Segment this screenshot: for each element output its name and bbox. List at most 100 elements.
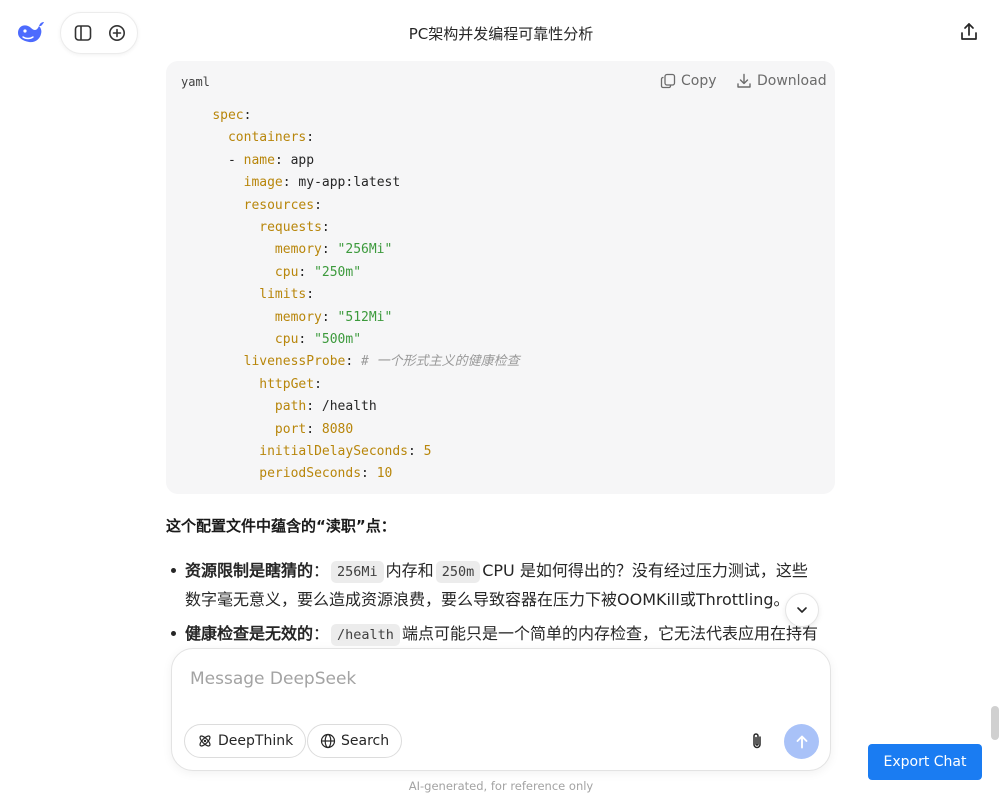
bullet-marker [170,630,178,638]
yaml-key: initialDelaySeconds [259,444,408,459]
inline-code: 250m [435,561,481,583]
attach-file-button[interactable] [747,731,767,751]
yaml-separator: : [361,466,377,482]
code-line: limits: [181,285,314,305]
code-line: initialDelaySeconds: 5 [181,442,431,462]
yaml-value: 5 [423,444,432,459]
code-line: spec: [181,106,251,126]
yaml-separator: : [243,108,252,123]
yaml-key: containers [227,130,307,146]
export-chat-button[interactable]: Export Chat [868,744,982,780]
yaml-comment: # 一个形式主义的健康检查 [361,354,520,370]
globe-icon [320,733,336,749]
search-toggle[interactable]: Search [307,724,403,758]
download-label: Download [757,73,827,89]
arrow-up-icon [796,735,807,748]
yaml-value: my-app:latest [298,175,401,191]
message-input[interactable] [190,665,750,693]
inline-code: 256Mi [331,561,384,583]
yaml-key: port [274,421,307,437]
yaml-separator: : [306,399,322,415]
copy-label: Copy [681,73,717,89]
share-button[interactable] [958,21,980,43]
yaml-value: 10 [376,466,393,482]
chevron-down-icon [797,607,807,613]
code-line: memory: "512Mi" [181,308,392,328]
bullet-text: 内存和 [385,561,434,580]
yaml-key: name [243,152,275,168]
bullet-colon: ： [313,561,330,580]
deepthink-label: DeepThink [218,733,294,749]
yaml-separator: : [282,175,299,191]
code-line: periodSeconds: 10 [181,464,392,484]
code-line: httpGet: [181,375,322,395]
yaml-key: livenessProbe [243,354,346,370]
yaml-key: limits [259,287,307,303]
yaml-key: periodSeconds [259,466,362,482]
code-indent: - [181,152,244,168]
download-code-button[interactable]: Download [736,73,827,89]
code-line: image: my-app:latest [181,173,401,193]
scrollbar-thumb[interactable] [991,706,999,740]
yaml-key: path [274,399,307,415]
yaml-value: "500m" [314,332,362,347]
code-line: - name: app [181,151,314,171]
yaml-value: app [290,152,315,168]
yaml-separator: : [314,376,322,392]
yaml-separator: : [408,444,424,459]
yaml-key: memory [274,309,322,325]
yaml-separator: : [345,354,362,370]
copy-code-button[interactable]: Copy [660,73,717,89]
send-button[interactable] [784,724,819,759]
yaml-separator: : [306,287,315,303]
atom-icon [199,735,211,747]
yaml-value: /health [321,399,377,415]
ai-disclaimer: AI-generated, for reference only [408,779,594,793]
scroll-to-bottom-button[interactable] [785,593,819,627]
code-block: yaml Copy Download spec: containers: - n… [166,61,835,494]
yaml-value: 8080 [321,421,354,437]
deepthink-toggle[interactable]: DeepThink [184,724,307,758]
yaml-separator: : [306,130,315,146]
yaml-key: spec [212,108,244,123]
paperclip-icon [753,733,761,749]
yaml-separator: : [314,197,322,213]
yaml-separator: : [274,152,291,168]
bullet-paragraph: 资源限制是瞎猜的： 256Mi 内存和 250m CPU 是如何得出的？没有经过压力测试… [185,556,808,585]
yaml-key: memory [274,242,322,258]
bullet-bold-label: 资源限制是瞎猜的 [185,561,314,580]
code-line: resources: [181,196,322,216]
yaml-key: image [243,175,283,191]
search-label: Search [341,733,390,749]
code-language-label: yaml [181,75,210,89]
bullet-text: CPU 是如何得出的？没有经过压力测试，这些 [482,561,808,580]
yaml-separator: : [298,332,315,347]
code-line: cpu: "500m" [181,330,361,350]
yaml-separator: : [321,220,330,235]
code-line: livenessProbe: # 一个形式主义的健康检查 [181,352,520,372]
code-line: cpu: "250m" [181,263,361,283]
copy-icon [660,73,676,89]
yaml-separator: : [298,264,315,280]
yaml-value: "512Mi" [337,309,393,325]
yaml-value: "256Mi" [337,242,393,258]
code-line: path: /health [181,397,377,417]
bullet-marker [170,567,178,575]
code-line: memory: "256Mi" [181,240,392,260]
yaml-value: "250m" [314,264,362,280]
yaml-key: cpu [274,332,299,347]
yaml-key: resources [243,197,315,213]
